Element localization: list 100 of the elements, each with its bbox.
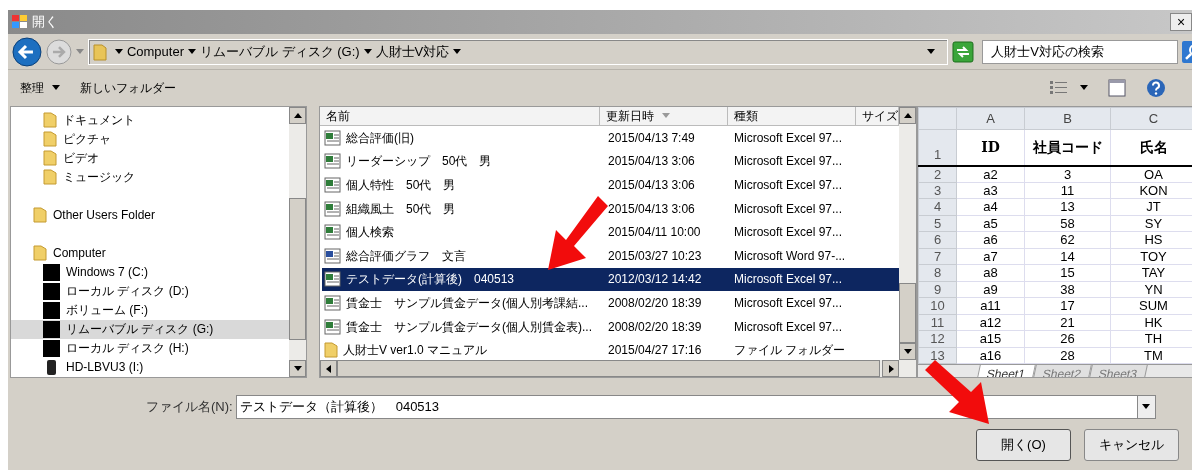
scroll-left-icon[interactable] bbox=[324, 364, 333, 373]
crumb-arrow-icon[interactable] bbox=[453, 47, 462, 56]
window-title: 開く bbox=[32, 13, 58, 32]
address-bar[interactable]: Computer リムーバブル ディスク (G:) 人財士V対応 bbox=[87, 38, 949, 65]
file-name[interactable]: 組織風土 50代 男 bbox=[346, 199, 456, 218]
scrollbar[interactable] bbox=[289, 107, 306, 377]
sidebar-item[interactable]: ピクチャ bbox=[11, 129, 289, 148]
cancel-button[interactable]: キャンセル bbox=[1084, 429, 1179, 461]
scroll-right-icon[interactable] bbox=[886, 364, 895, 373]
sidebar-item[interactable]: ミュージック bbox=[11, 167, 289, 186]
scroll-thumb[interactable] bbox=[289, 198, 306, 340]
table-cell: a12 bbox=[956, 314, 1025, 331]
table-cell: a11 bbox=[956, 297, 1025, 314]
modified-date: 2008/02/20 18:39 bbox=[607, 318, 703, 336]
file-type: Microsoft Excel 97... bbox=[733, 294, 844, 312]
drive-icon bbox=[43, 282, 60, 300]
scroll-up-icon[interactable] bbox=[293, 111, 302, 120]
folder-icon bbox=[43, 111, 57, 128]
modified-date: 2015/04/27 17:16 bbox=[607, 342, 703, 360]
spreadsheet-icon bbox=[324, 200, 341, 217]
crumb-arrow-icon[interactable] bbox=[114, 47, 123, 56]
breadcrumb[interactable]: 人財士V対応 bbox=[375, 41, 450, 62]
table-cell: 58 bbox=[1024, 215, 1111, 232]
file-name[interactable]: 総合評価(旧) bbox=[346, 128, 414, 147]
organize-button[interactable]: 整理 bbox=[20, 79, 60, 97]
file-type: ファイル フォルダー bbox=[733, 342, 847, 360]
preview-pane-icon[interactable] bbox=[1108, 79, 1126, 97]
file-name[interactable]: 総合評価グラフ 文言 bbox=[346, 246, 466, 265]
table-cell: a9 bbox=[956, 281, 1025, 298]
table-cell: 3 bbox=[1024, 165, 1111, 182]
help-icon[interactable] bbox=[1146, 78, 1166, 98]
scrollbar[interactable] bbox=[899, 107, 916, 360]
spreadsheet-icon bbox=[324, 294, 341, 311]
modified-date: 2015/04/13 7:49 bbox=[607, 129, 696, 147]
table-cell: a16 bbox=[956, 347, 1025, 364]
file-name[interactable]: 賃金士 サンプル賃金データ(個人別賃金表)... bbox=[346, 317, 592, 336]
sidebar-item[interactable]: Computer bbox=[11, 243, 289, 263]
file-row[interactable]: 総合評価グラフ 文言 2015/03/27 10:23 Microsoft Word 97-... bbox=[322, 243, 899, 268]
column-header[interactable]: 更新日時 bbox=[600, 107, 728, 126]
word-document-icon bbox=[324, 247, 341, 264]
file-name[interactable]: 個人検索 bbox=[346, 223, 394, 242]
scroll-down-icon[interactable] bbox=[903, 347, 912, 356]
file-row[interactable]: 個人検索 2015/04/11 10:00 Microsoft Excel 97... bbox=[322, 220, 899, 244]
column-header[interactable]: A bbox=[956, 107, 1025, 130]
search-field[interactable]: 人財士V対応の検索 bbox=[982, 39, 1179, 64]
file-type: Microsoft Excel 97... bbox=[733, 224, 844, 242]
file-name[interactable]: リーダーシップ 50代 男 bbox=[346, 152, 492, 171]
modified-date: 2008/02/20 18:39 bbox=[607, 294, 703, 312]
column-header[interactable]: 種類 bbox=[728, 107, 856, 126]
sidebar-item[interactable]: Windows 7 (C:) bbox=[11, 262, 289, 282]
file-row[interactable]: 賃金士 サンプル賃金データ(個人別賃金表)... 2008/02/20 18:39 Microsoft Excel 97... bbox=[322, 314, 899, 339]
file-row[interactable]: 賃金士 サンプル賃金データ(個人別考課結... 2008/02/20 18:39 Microsoft Excel 97... bbox=[322, 291, 899, 315]
breadcrumb[interactable]: リムーバブル ディスク (G:) bbox=[199, 41, 360, 62]
sidebar-item[interactable]: HD-LBVU3 (I:) bbox=[11, 357, 289, 377]
file-name[interactable]: 個人特性 50代 男 bbox=[346, 176, 456, 194]
table-cell: a5 bbox=[956, 215, 1025, 232]
table-cell: 11 bbox=[1024, 182, 1111, 199]
dropdown-icon[interactable] bbox=[927, 47, 936, 56]
column-header[interactable]: C bbox=[1110, 107, 1192, 130]
view-dropdown-icon[interactable] bbox=[1080, 84, 1088, 92]
scroll-down-icon[interactable] bbox=[293, 364, 302, 373]
file-row[interactable]: 組織風土 50代 男 2015/04/13 3:06 Microsoft Excel 97... bbox=[322, 196, 899, 221]
sidebar-item[interactable]: ドキュメント bbox=[11, 110, 289, 129]
file-name[interactable]: テストデータ(計算後) 040513 bbox=[346, 270, 515, 289]
drive-icon bbox=[43, 301, 60, 319]
filename-field[interactable]: テストデータ（計算後） 040513 bbox=[235, 395, 1138, 419]
file-name[interactable]: 賃金士 サンプル賃金データ(個人別考課結... bbox=[346, 293, 588, 312]
file-row[interactable]: 人財士V ver1.0 マニュアル 2015/04/27 17:16 ファイル フォルダー bbox=[322, 338, 899, 362]
sidebar-item[interactable]: ボリューム (F:) bbox=[11, 300, 289, 320]
crumb-arrow-icon[interactable] bbox=[187, 47, 196, 56]
new-folder-button[interactable]: 新しいフォルダー bbox=[80, 79, 176, 97]
refresh-icon[interactable] bbox=[952, 40, 975, 63]
open-button[interactable]: 開く(O) bbox=[976, 429, 1071, 461]
row-number: 1 bbox=[918, 129, 957, 166]
view-list-icon[interactable] bbox=[1050, 80, 1068, 96]
file-row[interactable]: 個人特性 50代 男 2015/04/13 3:06 Microsoft Excel 97... bbox=[322, 173, 899, 197]
column-header[interactable]: サイズ bbox=[856, 107, 899, 126]
spreadsheet-icon bbox=[324, 224, 341, 241]
sidebar-item[interactable]: リムーバブル ディスク (G:) bbox=[11, 319, 289, 339]
sidebar-item[interactable]: ビデオ bbox=[11, 148, 289, 167]
column-header[interactable]: B bbox=[1024, 107, 1111, 130]
file-row[interactable]: 総合評価(旧) 2015/04/13 7:49 Microsoft Excel 97... bbox=[322, 126, 899, 150]
corner-cell[interactable] bbox=[918, 107, 957, 130]
table-cell: a6 bbox=[956, 231, 1025, 248]
sidebar-item[interactable]: ローカル ディスク (H:) bbox=[11, 338, 289, 358]
scroll-thumb[interactable] bbox=[899, 283, 916, 343]
close-button[interactable]: × bbox=[1170, 13, 1192, 31]
sidebar-item[interactable]: Other Users Folder bbox=[11, 205, 289, 225]
back-icon[interactable] bbox=[12, 36, 42, 67]
file-type: Microsoft Excel 97... bbox=[733, 271, 844, 289]
dropdown-icon[interactable] bbox=[1142, 403, 1151, 411]
scroll-up-icon[interactable] bbox=[903, 111, 912, 120]
sidebar-item[interactable]: ローカル ディスク (D:) bbox=[11, 281, 289, 301]
folder-icon bbox=[43, 130, 57, 147]
breadcrumb[interactable]: Computer bbox=[126, 41, 184, 62]
column-header[interactable]: 名前 bbox=[320, 107, 600, 126]
file-row[interactable]: テストデータ(計算後) 040513 2012/03/12 14:42 Microsoft Excel 97... bbox=[322, 267, 899, 292]
crumb-arrow-icon[interactable] bbox=[363, 47, 372, 56]
file-name[interactable]: 人財士V ver1.0 マニュアル bbox=[343, 341, 488, 360]
file-row[interactable]: リーダーシップ 50代 男 2015/04/13 3:06 Microsoft Excel 97... bbox=[322, 149, 899, 174]
